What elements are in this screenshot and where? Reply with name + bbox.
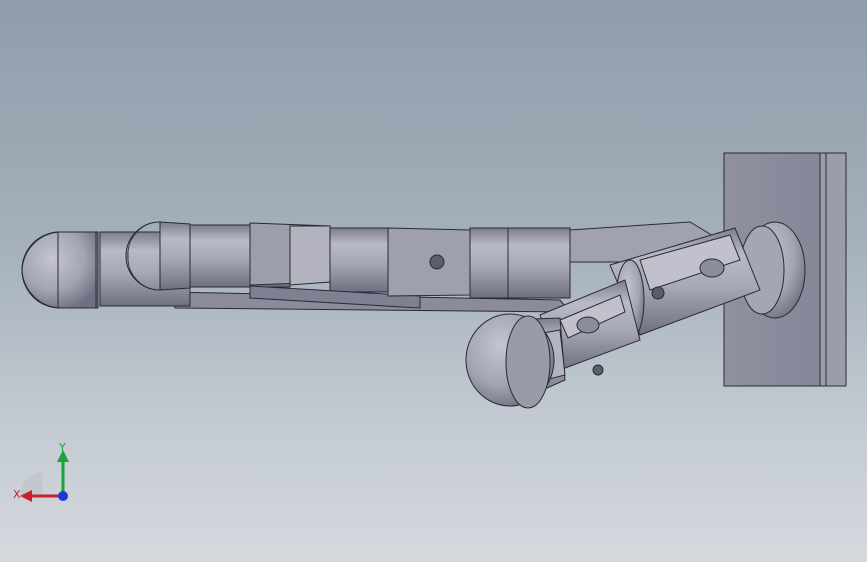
axis-triad: Y X: [13, 441, 69, 502]
z-axis-dot: [58, 491, 68, 501]
graphics-viewport[interactable]: Y X: [0, 0, 867, 562]
x-axis-label: X: [13, 488, 21, 501]
y-axis-label: Y: [58, 441, 66, 454]
model-view[interactable]: [0, 0, 867, 562]
